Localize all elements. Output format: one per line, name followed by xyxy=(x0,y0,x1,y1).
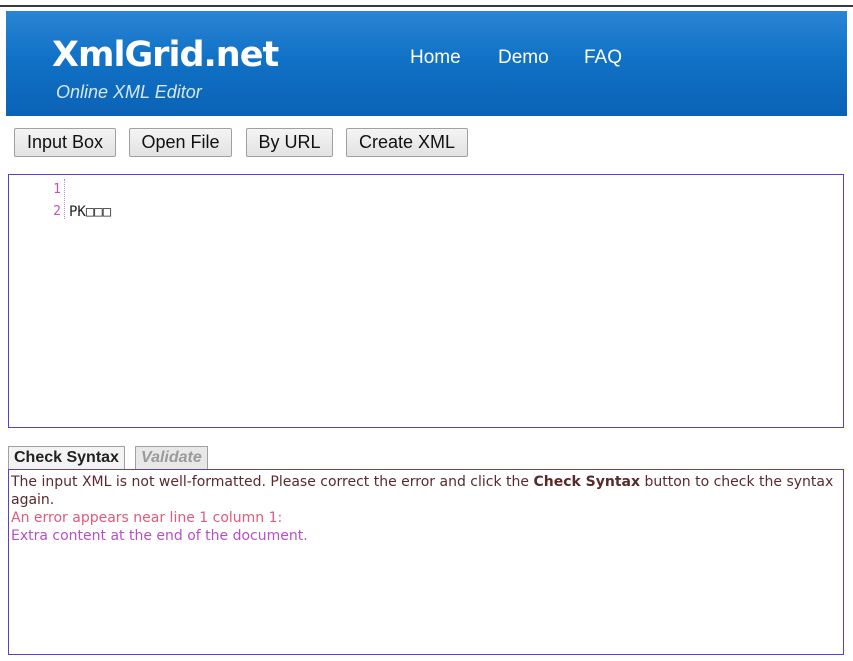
code-line[interactable]: PK□□□ xyxy=(69,201,111,223)
code-area[interactable]: PK□□□ xyxy=(69,179,111,223)
syntax-output-panel: The input XML is not well-formatted. Ple… xyxy=(8,469,844,655)
code-line[interactable] xyxy=(69,179,111,201)
xml-editor[interactable]: 1 2 PK□□□ xyxy=(8,174,844,428)
open-file-button[interactable]: Open File xyxy=(129,128,232,157)
status-message-bold: Check Syntax xyxy=(533,474,641,490)
input-box-button[interactable]: Input Box xyxy=(14,128,116,157)
nav-faq-link[interactable]: FAQ xyxy=(584,46,622,70)
nav-home-link[interactable]: Home xyxy=(410,46,461,70)
tab-check-syntax[interactable]: Check Syntax xyxy=(8,446,125,470)
top-divider xyxy=(0,5,853,7)
line-number: 1 xyxy=(53,182,61,197)
status-message-prefix: The input XML is not well-formatted. Ple… xyxy=(11,474,534,490)
create-xml-button[interactable]: Create XML xyxy=(346,128,468,157)
status-message: The input XML is not well-formatted. Ple… xyxy=(11,473,841,509)
line-number: 2 xyxy=(53,204,61,219)
tab-validate[interactable]: Validate xyxy=(135,446,208,470)
nav-demo-link[interactable]: Demo xyxy=(498,46,549,70)
error-detail: Extra content at the end of the document… xyxy=(11,528,308,544)
by-url-button[interactable]: By URL xyxy=(246,128,333,157)
site-logo[interactable]: XmlGrid.net xyxy=(52,35,279,75)
error-location: An error appears near line 1 column 1: xyxy=(11,510,283,526)
site-header: XmlGrid.net Online XML Editor Home Demo … xyxy=(6,11,847,116)
gutter-separator xyxy=(64,179,65,219)
site-tagline: Online XML Editor xyxy=(56,82,202,102)
line-number-gutter: 1 2 xyxy=(9,179,62,223)
